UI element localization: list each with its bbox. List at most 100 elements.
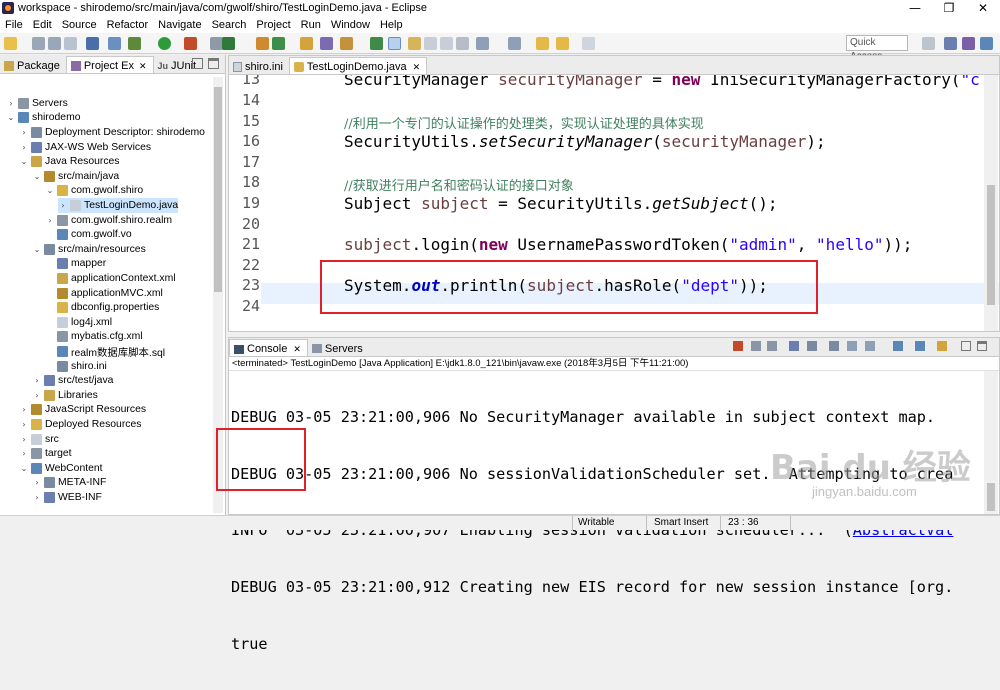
open-folder-icon[interactable] [300,37,313,50]
pin-console-icon[interactable] [893,341,903,351]
editor-scrollbar[interactable] [984,75,998,331]
terminate-icon[interactable] [733,341,743,351]
tree-item[interactable]: › src/test/java [32,373,113,388]
show-whitespace-icon[interactable] [440,37,453,50]
tab-project-explorer[interactable]: Project Ex ✕ [65,56,154,73]
tree-item[interactable]: › Libraries [32,388,98,403]
open-perspective-icon[interactable] [922,37,935,50]
tree-item[interactable]: log4j.xml [45,315,112,330]
collapsed-icon[interactable]: › [6,99,16,108]
tree-item[interactable]: › com.gwolf.shiro.realm [45,213,172,228]
maximize-view-icon[interactable] [208,58,219,69]
close-icon[interactable]: ✕ [966,0,1000,16]
tree-item[interactable]: ⌄ src/main/java [32,169,119,184]
run-icon[interactable] [158,37,171,50]
collapsed-icon[interactable]: › [19,449,29,458]
console-scroll-thumb[interactable] [987,483,995,511]
collapsed-icon[interactable]: › [19,143,29,152]
save-all-icon[interactable] [48,37,61,50]
tree-scroll-thumb[interactable] [214,87,222,292]
collapsed-icon[interactable]: › [19,128,29,137]
editor-scroll-thumb[interactable] [987,185,995,305]
tree-item[interactable]: realm数据库脚本.sql [45,344,165,359]
quick-access-input[interactable]: Quick Access [846,35,908,62]
menu-search[interactable]: Search [207,19,252,31]
back-icon[interactable] [536,37,549,50]
menu-source[interactable]: Source [57,19,102,31]
tab-console[interactable]: Console ✕ [229,339,308,356]
block-select-icon[interactable] [424,37,437,50]
prev-annotation-icon[interactable] [508,37,521,50]
remove-all-icon[interactable] [767,341,777,351]
minimize-view-icon[interactable] [192,58,203,69]
collapsed-icon[interactable]: › [32,478,42,487]
menu-edit[interactable]: Edit [28,19,57,31]
paragraph-icon[interactable] [456,37,469,50]
back-history-icon[interactable] [556,37,569,50]
tree-item[interactable]: › Deployment Descriptor: shirodemo [19,125,205,140]
menu-help[interactable]: Help [375,19,408,31]
close-icon[interactable]: ✕ [413,62,421,73]
scroll-lock-icon[interactable] [807,341,817,351]
tree-item[interactable]: applicationMVC.xml [45,286,163,301]
minimize-view-icon[interactable] [961,341,971,351]
tree-item[interactable]: › Deployed Resources [19,417,141,432]
clear-console-icon[interactable] [789,341,799,351]
expanded-icon[interactable]: ⌄ [32,172,42,181]
tab-servers[interactable]: Servers [308,339,369,356]
tree-item[interactable]: › WEB-INF [32,490,102,505]
close-icon[interactable]: ✕ [139,61,147,72]
tree-item[interactable]: mybatis.cfg.xml [45,330,143,345]
tree-item[interactable]: com.gwolf.vo [45,227,132,242]
word-wrap-icon[interactable] [829,341,839,351]
save-icon[interactable] [32,37,45,50]
tree-item[interactable]: › JavaScript Resources [19,403,146,418]
console-output[interactable]: DEBUG 03-05 23:21:00,906 No SecurityMana… [229,371,983,690]
close-icon[interactable]: ✕ [293,344,301,355]
display-console-icon[interactable] [915,341,925,351]
menu-navigate[interactable]: Navigate [153,19,206,31]
expanded-icon[interactable]: ⌄ [32,245,42,254]
collapsed-icon[interactable]: › [32,391,42,400]
tree-item[interactable]: ⌄ Java Resources [19,154,120,169]
tree-item[interactable]: › target [19,446,72,461]
open-console-icon[interactable] [937,341,947,351]
tab-shiro-ini[interactable]: shiro.ini [229,57,289,74]
tree-item[interactable]: mapper [45,257,106,272]
console-scrollbar[interactable] [984,371,998,514]
new-java-project-icon[interactable] [256,37,269,50]
marker-icon[interactable] [340,37,353,50]
tree-item[interactable]: ⌄ shirodemo [6,111,81,126]
new-package-icon[interactable] [272,37,285,50]
external-tools-icon[interactable] [184,37,197,50]
tree-item[interactable]: shiro.ini [45,359,107,374]
expanded-icon[interactable]: ⌄ [6,113,16,122]
expanded-icon[interactable]: ⌄ [45,186,55,195]
terminal-icon[interactable] [86,37,99,50]
tree-item[interactable]: › Servers [6,96,68,111]
collapsed-icon[interactable]: › [19,420,29,429]
java-perspective-icon[interactable] [962,37,975,50]
toggle-mark-icon[interactable] [388,37,401,50]
tree-item[interactable]: ⌄ com.gwolf.shiro [45,184,143,199]
pin-icon[interactable] [408,37,421,50]
tree-item[interactable]: › JAX-WS Web Services [19,140,151,155]
tree-item[interactable]: ⌄ WebContent [19,461,103,476]
open-task-icon[interactable] [320,37,333,50]
print-icon[interactable] [64,37,77,50]
expanded-icon[interactable]: ⌄ [19,157,29,166]
annotation-icon[interactable] [370,37,383,50]
tree-item[interactable]: › TestLoginDemo.java [58,198,179,213]
maximize-view-icon[interactable] [977,341,987,351]
tree-item[interactable]: ⌄ src/main/resources [32,242,146,257]
forward-icon[interactable] [582,37,595,50]
new-icon[interactable] [4,37,17,50]
menu-project[interactable]: Project [251,19,295,31]
show-stderr-icon[interactable] [865,341,875,351]
collapsed-icon[interactable]: › [58,201,68,210]
collapsed-icon[interactable]: › [32,376,42,385]
menu-run[interactable]: Run [296,19,326,31]
menu-window[interactable]: Window [326,19,375,31]
skip-breakpoints-icon[interactable] [108,37,121,50]
tree-item[interactable]: › src [19,432,59,447]
